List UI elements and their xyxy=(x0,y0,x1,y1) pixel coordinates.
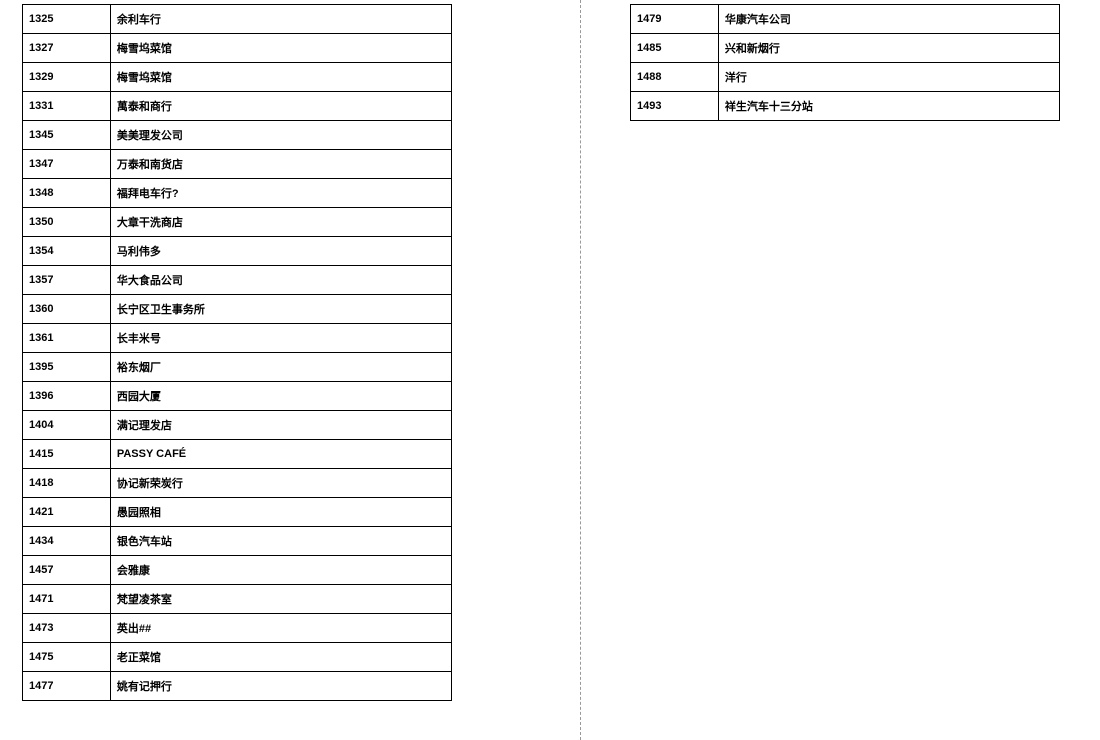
row-name: 福拜电车行? xyxy=(110,179,451,208)
row-number: 1488 xyxy=(631,63,719,92)
row-name: 萬泰和商行 xyxy=(110,92,451,121)
table-row: 1361长丰米号 xyxy=(23,324,452,353)
table-row: 1479 华康汽车公司 xyxy=(631,5,1060,34)
row-number: 1475 xyxy=(23,643,111,672)
table-row: 1396西园大厦 xyxy=(23,382,452,411)
table-row: 1327梅雪坞菜馆 xyxy=(23,34,452,63)
row-number: 1325 xyxy=(23,5,111,34)
row-number: 1404 xyxy=(23,411,111,440)
row-number: 1345 xyxy=(23,121,111,150)
row-number: 1457 xyxy=(23,556,111,585)
table-row: 1434银色汽车站 xyxy=(23,527,452,556)
row-number: 1360 xyxy=(23,295,111,324)
table-row: 1485兴和新烟行 xyxy=(631,34,1060,63)
table-row: 1348福拜电车行? xyxy=(23,179,452,208)
row-name: 西园大厦 xyxy=(110,382,451,411)
row-name: 银色汽车站 xyxy=(110,527,451,556)
row-name: 长宁区卫生事务所 xyxy=(110,295,451,324)
row-name: 祥生汽车十三分站 xyxy=(718,92,1059,121)
row-name: 愚园照相 xyxy=(110,498,451,527)
row-number: 1327 xyxy=(23,34,111,63)
table-row: 1475老正菜馆 xyxy=(23,643,452,672)
table-row: 1331萬泰和商行 xyxy=(23,92,452,121)
left-table: 1325余利车行1327梅雪坞菜馆1329梅雪坞菜馆1331萬泰和商行1345美… xyxy=(22,4,452,701)
row-number: 1421 xyxy=(23,498,111,527)
row-name: 姚有记押行 xyxy=(110,672,451,701)
row-number: 1348 xyxy=(23,179,111,208)
table-row: 1415PASSY CAFÉ xyxy=(23,440,452,469)
table-row: 1347万泰和南货店 xyxy=(23,150,452,179)
row-name: 马利伟多 xyxy=(110,237,451,266)
table-row: 1477姚有记押行 xyxy=(23,672,452,701)
row-name: 华大食品公司 xyxy=(110,266,451,295)
row-number: 1350 xyxy=(23,208,111,237)
row-number: 1485 xyxy=(631,34,719,63)
row-number: 1415 xyxy=(23,440,111,469)
row-number: 1329 xyxy=(23,63,111,92)
row-name: 万泰和南货店 xyxy=(110,150,451,179)
row-number: 1493 xyxy=(631,92,719,121)
row-number: 1347 xyxy=(23,150,111,179)
row-name: 梅雪坞菜馆 xyxy=(110,63,451,92)
row-name: 梅雪坞菜馆 xyxy=(110,34,451,63)
row-number: 1473 xyxy=(23,614,111,643)
left-column: 1325余利车行1327梅雪坞菜馆1329梅雪坞菜馆1331萬泰和商行1345美… xyxy=(0,0,580,740)
table-row: 1329梅雪坞菜馆 xyxy=(23,63,452,92)
row-number: 1434 xyxy=(23,527,111,556)
row-name: 兴和新烟行 xyxy=(718,34,1059,63)
right-column: 1479 华康汽车公司1485兴和新烟行1488洋行1493祥生汽车十三分站 xyxy=(580,0,1100,740)
right-table: 1479 华康汽车公司1485兴和新烟行1488洋行1493祥生汽车十三分站 xyxy=(630,4,1060,121)
row-number: 1471 xyxy=(23,585,111,614)
row-number: 1395 xyxy=(23,353,111,382)
table-row: 1471梵望凌茶室 xyxy=(23,585,452,614)
row-number: 1354 xyxy=(23,237,111,266)
table-row: 1350大章干洗商店 xyxy=(23,208,452,237)
table-row: 1345美美理发公司 xyxy=(23,121,452,150)
table-row: 1493祥生汽车十三分站 xyxy=(631,92,1060,121)
table-row: 1354马利伟多 xyxy=(23,237,452,266)
row-name: 余利车行 xyxy=(110,5,451,34)
row-name: PASSY CAFÉ xyxy=(110,440,451,469)
table-row: 1488洋行 xyxy=(631,63,1060,92)
row-name: 英出## xyxy=(110,614,451,643)
row-name: 梵望凌茶室 xyxy=(110,585,451,614)
row-name: 协记新荣炭行 xyxy=(110,469,451,498)
row-name: 美美理发公司 xyxy=(110,121,451,150)
table-row: 1473英出## xyxy=(23,614,452,643)
row-name: 会雅康 xyxy=(110,556,451,585)
table-row: 1404满记理发店 xyxy=(23,411,452,440)
row-name: 华康汽车公司 xyxy=(718,5,1059,34)
table-row: 1421愚园照相 xyxy=(23,498,452,527)
row-number: 1331 xyxy=(23,92,111,121)
table-row: 1325余利车行 xyxy=(23,5,452,34)
row-number: 1396 xyxy=(23,382,111,411)
row-number: 1477 xyxy=(23,672,111,701)
row-number: 1479 xyxy=(631,5,719,34)
row-name: 大章干洗商店 xyxy=(110,208,451,237)
row-name: 满记理发店 xyxy=(110,411,451,440)
table-row: 1457会雅康 xyxy=(23,556,452,585)
row-name: 洋行 xyxy=(718,63,1059,92)
row-number: 1361 xyxy=(23,324,111,353)
table-row: 1395裕东烟厂 xyxy=(23,353,452,382)
row-number: 1357 xyxy=(23,266,111,295)
row-name: 老正菜馆 xyxy=(110,643,451,672)
table-row: 1360长宁区卫生事务所 xyxy=(23,295,452,324)
table-row: 1357华大食品公司 xyxy=(23,266,452,295)
row-number: 1418 xyxy=(23,469,111,498)
row-name: 裕东烟厂 xyxy=(110,353,451,382)
row-name: 长丰米号 xyxy=(110,324,451,353)
table-row: 1418协记新荣炭行 xyxy=(23,469,452,498)
